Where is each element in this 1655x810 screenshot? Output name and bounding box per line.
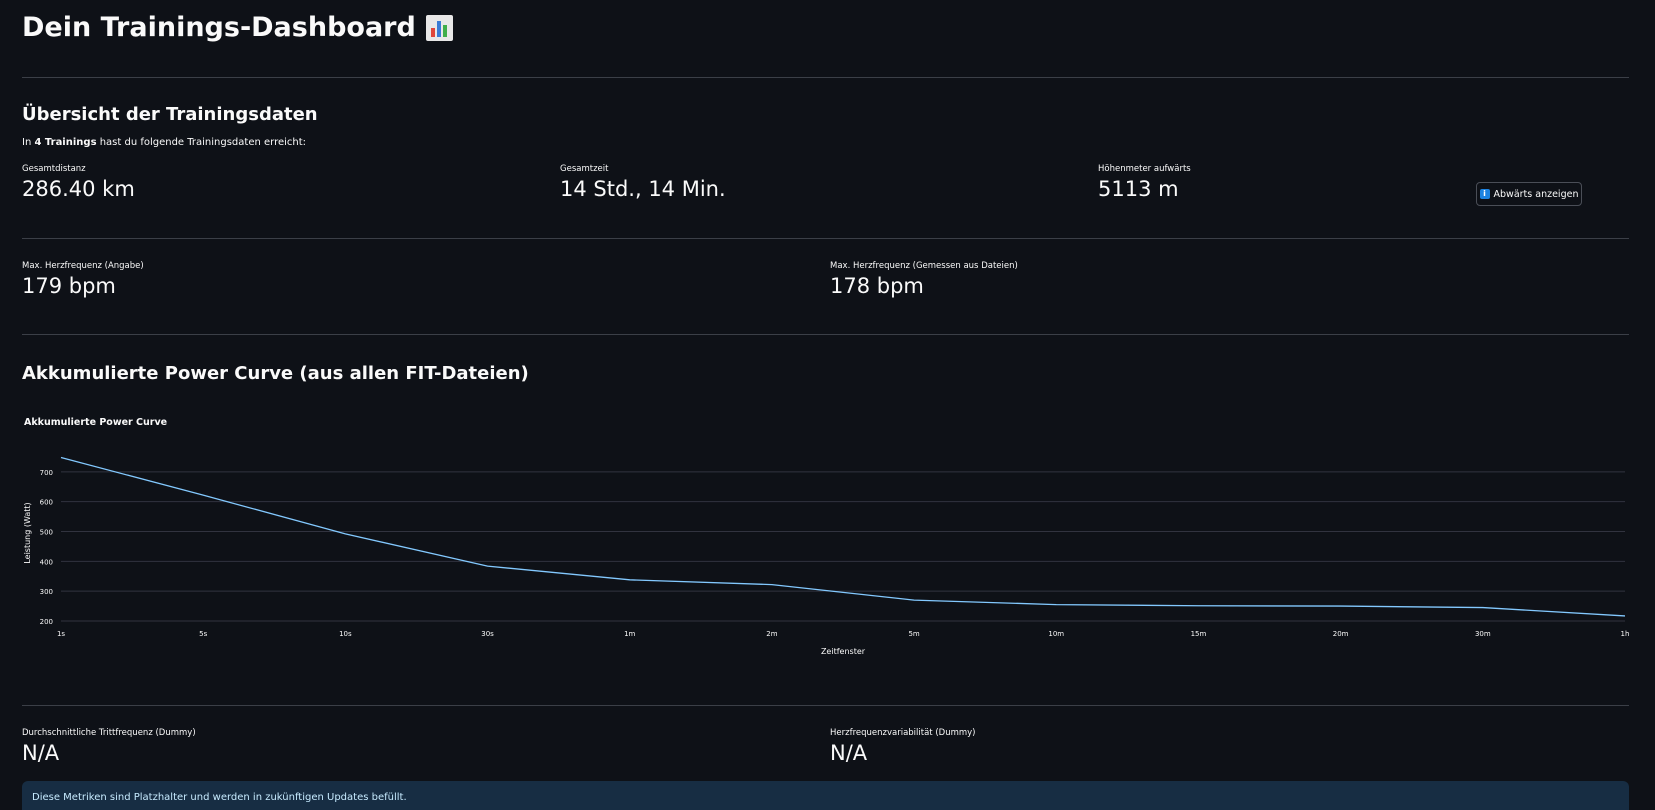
metric-max-hr-stated: Max. Herzfrequenz (Angabe) 179 bpm — [22, 261, 144, 298]
x-tick-label: 1m — [624, 630, 635, 638]
power-curve-line — [60, 456, 1626, 617]
x-tick-label: 10s — [339, 630, 352, 638]
metric-label: Max. Herzfrequenz (Gemessen aus Dateien) — [830, 261, 1018, 271]
x-tick-label: 1s — [57, 630, 65, 638]
power-curve-chart: Akkumulierte Power Curve 200 300 400 500 600… — [23, 417, 1630, 656]
chart-title: Akkumulierte Power Curve — [24, 417, 167, 428]
y-tick-label: 200 — [40, 618, 53, 626]
x-tick-label: 30s — [481, 630, 494, 638]
x-axis-label: Zeitfenster — [821, 647, 866, 656]
x-tick-label: 1h — [1621, 630, 1630, 638]
page-title-text: Dein Trainings-Dashboard — [22, 12, 416, 43]
metric-max-hr-measured: Max. Herzfrequenz (Gemessen aus Dateien)… — [830, 261, 1018, 298]
metric-label: Höhenmeter aufwärts — [1098, 164, 1191, 174]
info-alert: Diese Metriken sind Platzhalter und werd… — [22, 781, 1629, 810]
info-icon: i — [1479, 189, 1490, 199]
x-tick-label: 10m — [1048, 630, 1064, 638]
x-tick-label: 2m — [766, 630, 777, 638]
metric-label: Gesamtzeit — [560, 164, 609, 174]
x-tick-label: 15m — [1191, 630, 1207, 638]
metric-label: Gesamtdistanz — [22, 164, 86, 174]
metric-label: Durchschnittliche Trittfrequenz (Dummy) — [22, 728, 196, 738]
y-tick-label: 700 — [40, 469, 53, 477]
metric-total-distance: Gesamtdistanz 286.40 km — [22, 164, 135, 201]
metric-value: 286.40 km — [22, 177, 135, 201]
dashboard-page: Dein Trainings-Dashboard Übersicht der T… — [0, 0, 1655, 810]
overview-intro: In 4 Trainings hast du folgende Training… — [22, 137, 306, 148]
power-curve-heading: Akkumulierte Power Curve (aus allen FIT-… — [22, 363, 529, 384]
metric-label: Max. Herzfrequenz (Angabe) — [22, 261, 144, 271]
y-tick-label: 500 — [40, 529, 53, 537]
metric-total-time: Gesamtzeit 14 Std., 14 Min. — [560, 164, 726, 201]
y-tick-label: 400 — [40, 558, 53, 566]
overview-heading: Übersicht der Trainingsdaten — [22, 104, 318, 125]
metric-hrv: Herzfrequenzvariabilität (Dummy) N/A — [830, 728, 975, 765]
divider — [22, 77, 1629, 78]
bar-chart-icon — [425, 14, 453, 41]
metric-value: 178 bpm — [830, 274, 924, 298]
show-descent-label: Abwärts anzeigen — [1493, 188, 1579, 200]
metric-elevation-up: Höhenmeter aufwärts 5113 m — [1098, 164, 1191, 201]
y-axis-label: Leistung (Watt) — [23, 502, 32, 563]
y-tick-label: 300 — [40, 588, 53, 596]
x-tick-label: 30m — [1475, 630, 1491, 638]
page-title: Dein Trainings-Dashboard — [22, 12, 453, 43]
intro-bold: 4 Trainings — [34, 137, 97, 148]
intro-prefix: In — [22, 137, 35, 148]
x-tick-label: 20m — [1333, 630, 1349, 638]
divider — [22, 705, 1629, 706]
info-alert-text: Diese Metriken sind Platzhalter und werd… — [32, 792, 407, 803]
metric-label: Herzfrequenzvariabilität (Dummy) — [830, 728, 976, 738]
metric-value: 14 Std., 14 Min. — [560, 177, 726, 201]
metric-value: N/A — [830, 741, 868, 765]
metric-avg-cadence: Durchschnittliche Trittfrequenz (Dummy) … — [22, 728, 196, 765]
y-tick-label: 600 — [40, 499, 53, 507]
divider — [22, 238, 1629, 239]
divider — [22, 334, 1629, 335]
metric-value: N/A — [22, 741, 60, 765]
x-tick-label: 5m — [908, 630, 919, 638]
show-descent-button[interactable]: i Abwärts anzeigen — [1476, 182, 1582, 206]
x-tick-label: 5s — [199, 630, 207, 638]
metric-value: 5113 m — [1098, 177, 1179, 201]
intro-suffix: hast du folgende Trainingsdaten erreicht… — [96, 137, 307, 148]
metric-value: 179 bpm — [22, 274, 116, 298]
